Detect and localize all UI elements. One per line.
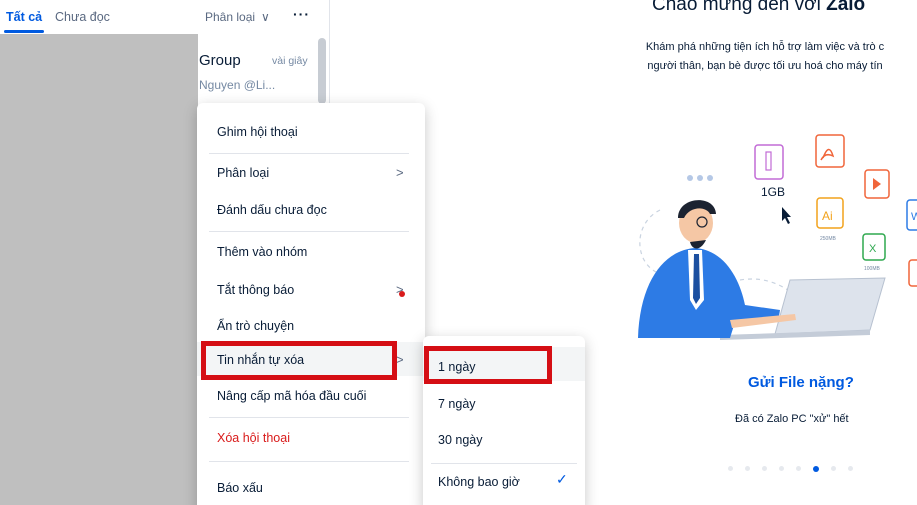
carousel-dot[interactable] (848, 466, 853, 471)
menu-item-add-to-group[interactable]: Thêm vào nhóm (217, 245, 307, 259)
carousel-pagination (728, 465, 853, 472)
zip-file-icon (754, 144, 784, 180)
carousel-dot-active[interactable] (813, 465, 819, 472)
tab-all[interactable]: Tất cả (6, 10, 42, 24)
tab-unread[interactable]: Chưa đọc (55, 10, 110, 24)
menu-divider (209, 153, 409, 154)
submenu-item-never[interactable]: Không bao giờ (438, 475, 520, 489)
submenu-item-30-days[interactable]: 30 ngày (438, 433, 482, 447)
carousel-dot[interactable] (762, 466, 767, 471)
conversation-context-menu: Ghim hội thoại Phân loại > Đánh dấu chưa… (197, 103, 425, 505)
word-file-label: W (911, 211, 917, 223)
carousel-dot[interactable] (831, 466, 836, 471)
carousel-dot[interactable] (728, 466, 733, 471)
chevron-right-icon: > (396, 165, 404, 180)
chevron-down-icon: ∨ (261, 10, 270, 24)
menu-item-hide-chat[interactable]: Ẩn trò chuyện (217, 319, 294, 333)
active-tab-indicator (4, 30, 44, 33)
new-badge-dot (399, 291, 405, 297)
menu-divider (209, 461, 409, 462)
welcome-desc-line: người thân, bạn bè được tối ưu hoá cho m… (647, 60, 883, 72)
classify-dropdown[interactable]: Phân loại ∨ (205, 10, 270, 24)
checkmark-icon: ✓ (556, 471, 568, 487)
menu-item-classify[interactable]: Phân loại (217, 166, 269, 180)
more-options-icon[interactable]: ··· (293, 6, 310, 22)
welcome-description: Khám phá những tiện ích hỗ trợ làm việc … (600, 38, 917, 76)
menu-item-pin[interactable]: Ghim hội thoại (217, 125, 298, 139)
send-large-file-illustration: 1GB Ai 250MB X 100MB W (638, 134, 917, 340)
annotation-box (201, 341, 397, 380)
conversation-time: vài giây (272, 55, 308, 67)
carousel-dot[interactable] (796, 466, 801, 471)
file-size-label: 1GB (761, 185, 785, 199)
pdf-file-icon (815, 134, 845, 168)
submenu-item-7-days[interactable]: 7 ngày (438, 397, 476, 411)
annotation-box (424, 346, 552, 384)
conversation-name[interactable]: Group (199, 52, 241, 69)
redacted-area (0, 34, 198, 505)
menu-divider (209, 231, 409, 232)
chevron-right-icon: > (396, 352, 404, 367)
welcome-title-brand: Zalo (826, 0, 866, 15)
feature-title: Gửi File nặng? (748, 374, 854, 391)
menu-item-report[interactable]: Báo xấu (217, 481, 263, 495)
conversation-preview: Nguyen @Li... (199, 78, 276, 92)
menu-item-mute[interactable]: Tắt thông báo (217, 283, 294, 297)
ai-size-label: 250MB (820, 236, 837, 242)
carousel-dot[interactable] (779, 466, 784, 471)
list-scrollbar[interactable] (318, 38, 326, 104)
excel-file-label: X (869, 243, 877, 255)
ai-file-label: Ai (822, 209, 833, 223)
submenu-divider (431, 463, 577, 464)
conversation-tabs: Tất cả Chưa đọc Phân loại ∨ ··· (0, 0, 330, 34)
app-window: Tất cả Chưa đọc Phân loại ∨ ··· Group và… (0, 0, 917, 505)
excel-size-label: 100MB (864, 266, 881, 272)
menu-item-delete-conversation[interactable]: Xóa hội thoại (217, 431, 290, 445)
classify-label: Phân loại (205, 10, 256, 24)
welcome-desc-line: Khám phá những tiện ích hỗ trợ làm việc … (645, 41, 885, 53)
carousel-dot[interactable] (745, 466, 750, 471)
welcome-title-text: Chào mừng đến với (652, 0, 827, 15)
feature-description: Đã có Zalo PC "xử" hết (735, 413, 849, 425)
menu-item-mark-unread[interactable]: Đánh dấu chưa đọc (217, 203, 327, 217)
menu-divider (209, 417, 409, 418)
welcome-title: Chào mừng đến với Zalo (652, 0, 865, 16)
menu-item-e2ee-upgrade[interactable]: Nâng cấp mã hóa đầu cuối (217, 389, 366, 403)
